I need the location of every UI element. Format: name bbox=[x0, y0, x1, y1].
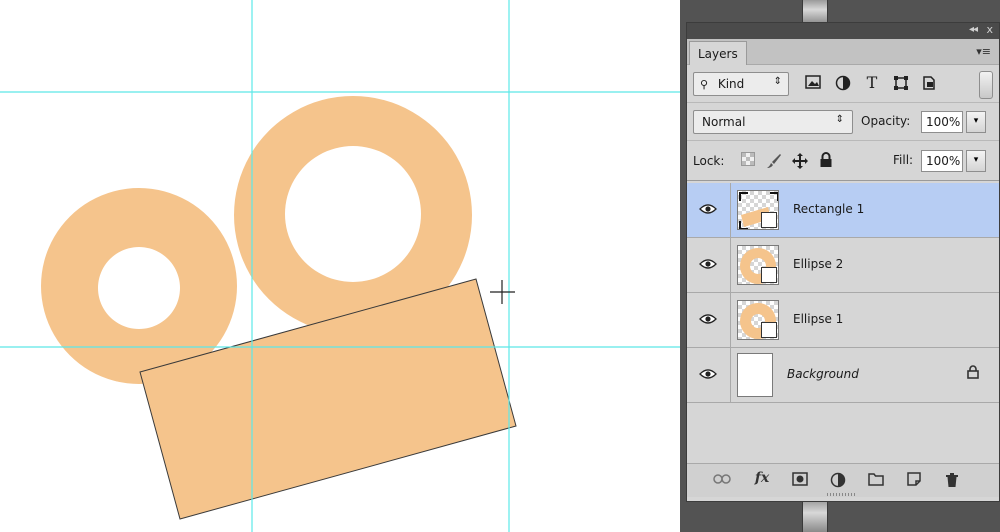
filter-kind-label: Kind bbox=[717, 77, 745, 91]
lock-row: Lock: Fill: 100% ▾ bbox=[687, 141, 999, 181]
type-filter-icon[interactable]: T bbox=[862, 73, 882, 92]
blend-mode-select[interactable]: Normal ⇕ bbox=[693, 110, 853, 134]
filter-kind-select[interactable]: ⚲ Kind ⇕ bbox=[693, 72, 789, 96]
lock-all-icon[interactable] bbox=[817, 152, 835, 170]
tab-layers[interactable]: Layers bbox=[689, 41, 747, 65]
adjustment-icon[interactable] bbox=[827, 472, 849, 492]
visibility-toggle[interactable] bbox=[687, 238, 731, 293]
lock-transparent-pixels-icon[interactable] bbox=[739, 152, 757, 170]
lock-position-icon[interactable] bbox=[791, 152, 809, 170]
eye-icon bbox=[699, 369, 717, 379]
opacity-input[interactable]: 100% bbox=[921, 111, 963, 133]
opacity-dropdown-button[interactable]: ▾ bbox=[966, 111, 986, 133]
crosshair-cursor-icon bbox=[490, 280, 515, 304]
layer-name[interactable]: Rectangle 1 bbox=[793, 202, 864, 216]
panel-menu-icon[interactable]: ▾≡ bbox=[976, 45, 991, 58]
visibility-toggle[interactable] bbox=[687, 348, 731, 403]
visibility-toggle[interactable] bbox=[687, 293, 731, 348]
panel-tab-row: Layers ▾≡ bbox=[687, 39, 999, 65]
spin-arrows-icon: ⇕ bbox=[835, 114, 844, 125]
smart-object-filter-icon[interactable] bbox=[919, 75, 939, 93]
panel-footer: fx bbox=[687, 463, 999, 497]
shape-layer-badge-icon bbox=[761, 322, 777, 338]
close-panel-icon[interactable]: x bbox=[986, 23, 993, 36]
link-icon[interactable] bbox=[711, 472, 733, 488]
search-icon: ⚲ bbox=[700, 78, 709, 91]
layer-name[interactable]: Ellipse 2 bbox=[793, 257, 843, 271]
blend-mode-value: Normal bbox=[702, 115, 746, 129]
shape-layer-badge-icon bbox=[761, 212, 777, 228]
lock-image-pixels-icon[interactable] bbox=[765, 152, 783, 170]
layer-thumbnail[interactable] bbox=[737, 353, 773, 397]
panel-dock-rail-top bbox=[802, 0, 828, 24]
shape-filter-icon[interactable] bbox=[891, 75, 911, 93]
document-canvas[interactable] bbox=[0, 0, 680, 532]
layer-thumbnail[interactable] bbox=[737, 245, 779, 285]
fill-input[interactable]: 100% bbox=[921, 150, 963, 172]
eye-icon bbox=[699, 259, 717, 269]
blend-row: Normal ⇕ Opacity: 100% ▾ bbox=[687, 103, 999, 141]
opacity-label: Opacity: bbox=[861, 114, 911, 128]
panel-dock-rail-bottom bbox=[802, 500, 828, 532]
panel-resize-grip[interactable] bbox=[827, 493, 857, 496]
layers-panel: ◂◂ x Layers ▾≡ ⚲ Kind ⇕ T Normal ⇕ Opaci… bbox=[686, 22, 1000, 502]
layer-row-ellipse-2[interactable]: Ellipse 2 bbox=[687, 238, 999, 293]
layer-filter-row: ⚲ Kind ⇕ T bbox=[687, 65, 999, 103]
shape-layer-badge-icon bbox=[761, 267, 777, 283]
layer-thumbnail[interactable] bbox=[737, 190, 779, 230]
trash-icon[interactable] bbox=[941, 472, 963, 492]
layer-row-background[interactable]: Background bbox=[687, 348, 999, 403]
fill-label: Fill: bbox=[893, 153, 914, 167]
layer-row-rectangle-1[interactable]: Rectangle 1 bbox=[687, 183, 999, 238]
canvas-artwork bbox=[0, 0, 680, 532]
layer-row-ellipse-1[interactable]: Ellipse 1 bbox=[687, 293, 999, 348]
mask-icon[interactable] bbox=[789, 472, 811, 490]
spin-arrows-icon: ⇕ bbox=[773, 76, 782, 87]
layer-name[interactable]: Ellipse 1 bbox=[793, 312, 843, 326]
panel-titlebar[interactable]: ◂◂ x bbox=[687, 23, 999, 39]
filter-toggle-switch[interactable] bbox=[979, 71, 993, 99]
image-filter-icon[interactable] bbox=[803, 75, 823, 93]
new-layer-icon[interactable] bbox=[903, 472, 925, 490]
fx-icon[interactable]: fx bbox=[751, 470, 773, 486]
eye-icon bbox=[699, 314, 717, 324]
lock-label: Lock: bbox=[693, 154, 725, 168]
layers-list: Rectangle 1 Ellipse 2 Ellipse 1 Backgrou… bbox=[687, 183, 999, 463]
layer-lock-icon bbox=[967, 365, 979, 383]
collapse-panels-icon[interactable]: ◂◂ bbox=[969, 24, 978, 35]
eye-icon bbox=[699, 204, 717, 214]
adjustment-filter-icon[interactable] bbox=[833, 75, 853, 93]
layer-thumbnail[interactable] bbox=[737, 300, 779, 340]
visibility-toggle[interactable] bbox=[687, 183, 731, 238]
folder-icon[interactable] bbox=[865, 472, 887, 490]
fill-dropdown-button[interactable]: ▾ bbox=[966, 150, 986, 172]
layer-name[interactable]: Background bbox=[787, 367, 859, 381]
